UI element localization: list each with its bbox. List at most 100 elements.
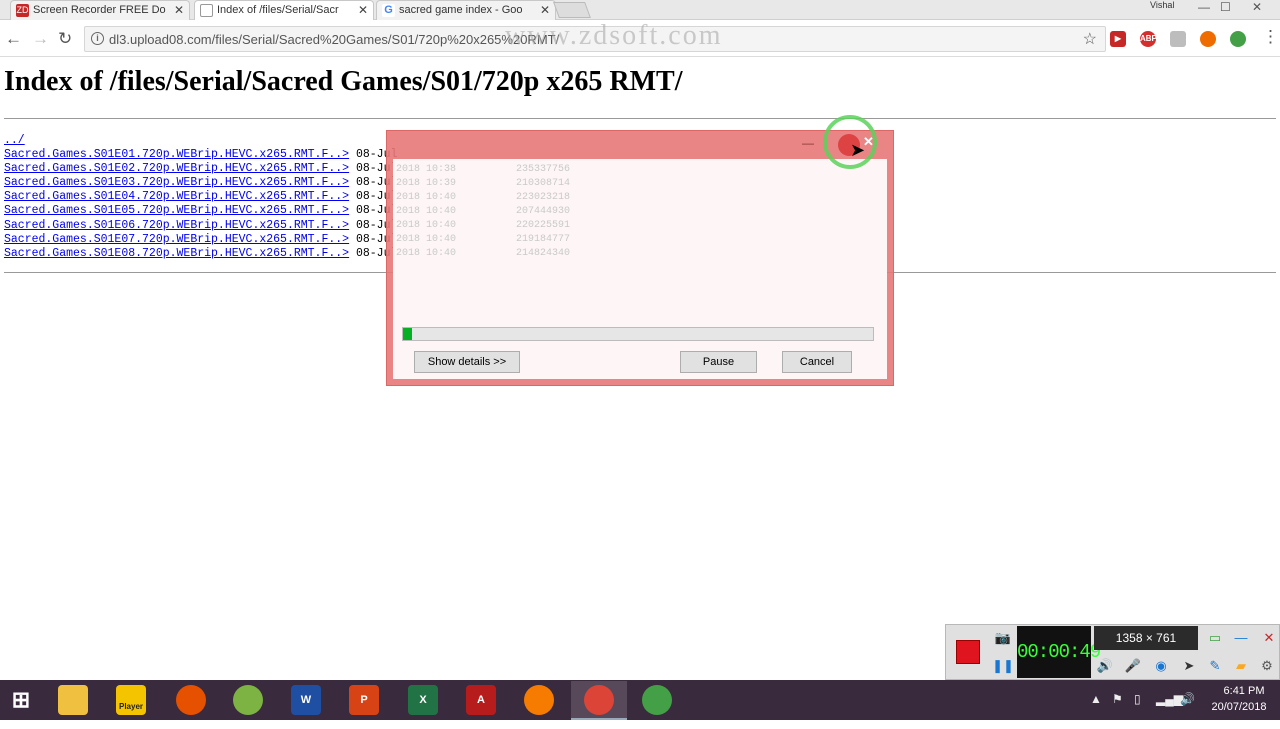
- file-link[interactable]: Sacred.Games.S01E01.720p.WEBrip.HEVC.x26…: [4, 148, 349, 161]
- pause-icon[interactable]: ❚❚: [992, 656, 1014, 676]
- divider: [4, 118, 1276, 119]
- ghost-row: 2018 10:39 210308714: [396, 178, 571, 189]
- list-item: Sacred.Games.S01E03.720p.WEBrip.HEVC.x26…: [4, 176, 397, 190]
- camera-icon[interactable]: 📷: [992, 628, 1014, 648]
- pause-button[interactable]: Pause: [680, 351, 757, 373]
- ghost-row: 2018 10:40 219184777: [396, 234, 571, 245]
- close-icon[interactable]: ✕: [174, 3, 184, 17]
- menu-icon[interactable]: ⋮: [1262, 27, 1279, 47]
- extension-globe-icon[interactable]: [1230, 31, 1246, 47]
- show-hidden-icons-icon[interactable]: ▲: [1090, 692, 1102, 706]
- url-text: dl3.upload08.com/files/Serial/Sacred%20G…: [109, 32, 560, 47]
- list-item: Sacred.Games.S01E05.720p.WEBrip.HEVC.x26…: [4, 204, 397, 218]
- ghost-row: 2018 10:40 214824340: [396, 248, 571, 259]
- extension-fire-icon[interactable]: [1200, 31, 1216, 47]
- download-progress-bar: [402, 327, 874, 341]
- list-item: ../: [4, 134, 397, 148]
- network-device-icon[interactable]: ▯: [1134, 692, 1141, 706]
- file-link[interactable]: Sacred.Games.S01E06.720p.WEBrip.HEVC.x26…: [4, 219, 349, 232]
- pen-icon[interactable]: ✎: [1204, 656, 1226, 676]
- file-link[interactable]: Sacred.Games.S01E04.720p.WEBrip.HEVC.x26…: [4, 190, 349, 203]
- flag-icon[interactable]: ⚑: [1112, 692, 1123, 706]
- file-link[interactable]: Sacred.Games.S01E08.720p.WEBrip.HEVC.x26…: [4, 247, 349, 260]
- cancel-button[interactable]: Cancel: [782, 351, 852, 373]
- microphone-icon[interactable]: 🎤: [1122, 656, 1144, 676]
- speaker-icon[interactable]: 🔊: [1094, 656, 1116, 676]
- forward-icon[interactable]: →: [32, 29, 49, 49]
- region-select-icon[interactable]: ▭: [1204, 628, 1226, 648]
- page-icon: [200, 4, 213, 17]
- extension-grey-icon[interactable]: [1170, 31, 1186, 47]
- info-icon[interactable]: i: [91, 32, 104, 45]
- list-item: Sacred.Games.S01E01.720p.WEBrip.HEVC.x26…: [4, 148, 397, 162]
- ghost-row: 2018 10:40 220225591: [396, 220, 571, 231]
- maximize-icon[interactable]: ☐: [1220, 0, 1231, 14]
- clock-date[interactable]: 20/07/2018: [1206, 701, 1272, 713]
- page-title: Index of /files/Serial/Sacred Games/S01/…: [4, 66, 683, 97]
- tab-label: Index of /files/Serial/Sacr: [217, 4, 339, 16]
- tab-screen-recorder[interactable]: ZD Screen Recorder FREE Do ✕: [10, 0, 190, 20]
- recording-dimensions: 1358 × 761: [1094, 626, 1198, 650]
- firefox-icon[interactable]: [176, 685, 206, 715]
- folder-icon[interactable]: ▰: [1230, 656, 1252, 676]
- download-manager-icon[interactable]: [642, 685, 672, 715]
- excel-icon[interactable]: X: [408, 685, 438, 715]
- volume-icon[interactable]: 🔊: [1180, 692, 1195, 706]
- parent-dir-link[interactable]: ../: [4, 134, 25, 147]
- file-link[interactable]: Sacred.Games.S01E05.720p.WEBrip.HEVC.x26…: [4, 204, 349, 217]
- window-close-icon[interactable]: ✕: [1252, 0, 1262, 14]
- close-icon[interactable]: ✕: [540, 3, 550, 17]
- picasa-icon[interactable]: [233, 685, 263, 715]
- recorder-close-icon[interactable]: ✕: [1258, 628, 1280, 648]
- record-stop-button[interactable]: [956, 640, 980, 664]
- list-item: Sacred.Games.S01E07.720p.WEBrip.HEVC.x26…: [4, 233, 397, 247]
- close-icon[interactable]: ✕: [358, 3, 368, 17]
- file-link[interactable]: Sacred.Games.S01E03.720p.WEBrip.HEVC.x26…: [4, 176, 349, 189]
- settings-gear-icon[interactable]: ⚙: [1256, 656, 1278, 676]
- list-item: Sacred.Games.S01E02.720p.WEBrip.HEVC.x26…: [4, 162, 397, 176]
- acrobat-icon[interactable]: A: [466, 685, 496, 715]
- recording-timer: 00:00:49: [1017, 626, 1101, 678]
- tab-label: Screen Recorder FREE Do: [33, 4, 166, 16]
- list-item: Sacred.Games.S01E06.720p.WEBrip.HEVC.x26…: [4, 219, 397, 233]
- list-item: Sacred.Games.S01E04.720p.WEBrip.HEVC.x26…: [4, 190, 397, 204]
- minimize-icon[interactable]: —: [1198, 0, 1210, 14]
- back-icon[interactable]: ←: [5, 29, 22, 49]
- ghost-row: 2018 10:38 235337756: [396, 164, 571, 175]
- bookmark-star-icon[interactable]: ☆: [1083, 29, 1097, 49]
- recorder-watermark: www.zdsoft.com: [505, 20, 723, 51]
- player-app-icon[interactable]: Player: [116, 685, 146, 715]
- adblock-icon[interactable]: ABP: [1140, 31, 1157, 47]
- avast-icon[interactable]: [524, 685, 554, 715]
- file-link[interactable]: Sacred.Games.S01E02.720p.WEBrip.HEVC.x26…: [4, 162, 349, 175]
- clock-time[interactable]: 6:41 PM: [1211, 685, 1277, 697]
- tab-label: sacred game index - Goo: [399, 4, 523, 16]
- reload-icon[interactable]: ↻: [58, 29, 72, 49]
- file-link[interactable]: Sacred.Games.S01E07.720p.WEBrip.HEVC.x26…: [4, 233, 349, 246]
- extension-video-icon[interactable]: ▶: [1110, 31, 1126, 47]
- player-label: Player: [118, 702, 144, 711]
- new-tab-button[interactable]: [553, 2, 591, 18]
- file-explorer-icon[interactable]: [58, 685, 88, 715]
- recorder-minimize-icon[interactable]: —: [1230, 628, 1252, 648]
- chrome-icon[interactable]: [584, 685, 614, 715]
- wifi-signal-icon[interactable]: ▂▄▆: [1156, 692, 1183, 706]
- ghost-row: 2018 10:40 223023218: [396, 192, 571, 203]
- windows-start-icon[interactable]: ⊞: [6, 685, 36, 715]
- profile-name[interactable]: Vishal: [1150, 0, 1174, 10]
- show-details-button[interactable]: Show details >>: [414, 351, 520, 373]
- file-listing: ../ Sacred.Games.S01E01.720p.WEBrip.HEVC…: [4, 134, 397, 261]
- tab-google-search[interactable]: G sacred game index - Goo ✕: [376, 0, 556, 20]
- cursor-toggle-icon[interactable]: ➤: [1178, 656, 1200, 676]
- word-icon[interactable]: W: [291, 685, 321, 715]
- ghost-row: 2018 10:40 207444930: [396, 206, 571, 217]
- dialog-minimize-icon[interactable]: —: [802, 136, 814, 150]
- tab-index-of[interactable]: Index of /files/Serial/Sacr ✕: [194, 0, 374, 20]
- list-item: Sacred.Games.S01E08.720p.WEBrip.HEVC.x26…: [4, 247, 397, 261]
- tab-strip: ZD Screen Recorder FREE Do ✕ Index of /f…: [0, 0, 1280, 20]
- mouse-cursor-icon: ➤: [850, 140, 866, 160]
- zd-soft-icon: ZD: [16, 4, 29, 17]
- webcam-icon[interactable]: ◉: [1150, 656, 1172, 676]
- powerpoint-icon[interactable]: P: [349, 685, 379, 715]
- progress-fill: [403, 328, 413, 340]
